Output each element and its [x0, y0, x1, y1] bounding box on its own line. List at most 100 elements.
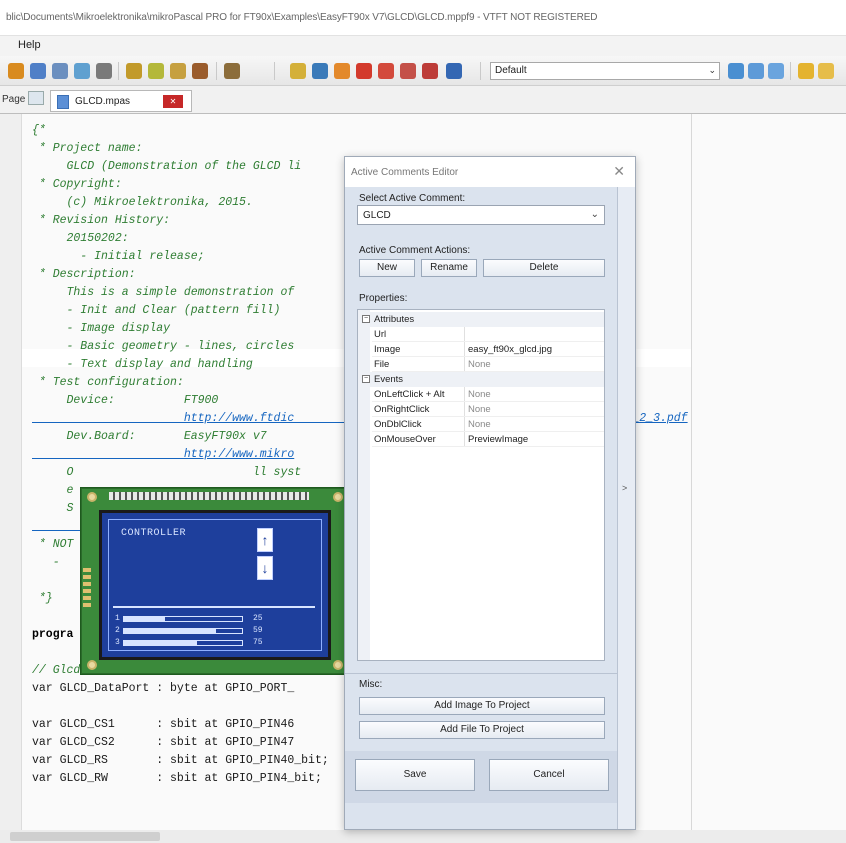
save-icon[interactable] — [30, 63, 46, 79]
editor-scheme-select[interactable]: Default ⌄ — [490, 62, 720, 80]
copy-icon[interactable] — [148, 63, 164, 79]
dialog-side-panel[interactable]: > — [617, 187, 635, 829]
property-value[interactable]: easy_ft90x_glcd.jpg — [468, 344, 552, 355]
arrow-down-icon: ↓ — [257, 556, 273, 580]
select-comment-label: Select Active Comment: — [359, 193, 466, 204]
glcd-board-preview-image: CONTROLLER ↑ ↓ 1 25 2 59 3 75 — [80, 487, 350, 675]
redo-icon[interactable] — [224, 63, 240, 79]
save-button[interactable]: Save — [355, 759, 475, 791]
property-value[interactable]: None — [468, 389, 491, 400]
chevron-down-icon: ⌄ — [708, 65, 716, 75]
active-comment-select[interactable]: GLCD ⌄ — [357, 205, 605, 225]
replace-icon[interactable] — [312, 63, 328, 79]
view-asm-icon[interactable] — [768, 63, 784, 79]
find-icon[interactable] — [290, 63, 306, 79]
selected-comment-value: GLCD — [363, 210, 391, 221]
menu-help[interactable]: Help — [18, 39, 41, 51]
lcd-bar-value: 75 — [253, 638, 263, 647]
category-label: Attributes — [374, 314, 415, 325]
lcd-bar-index: 1 — [115, 614, 120, 623]
category-events[interactable]: − Events — [358, 372, 604, 387]
cancel-button[interactable]: Cancel — [489, 759, 609, 791]
comment-icon[interactable] — [400, 63, 416, 79]
view-icon[interactable] — [728, 63, 744, 79]
editor-tab-bar: Page GLCD.mpas ✕ — [0, 86, 846, 114]
mounting-hole — [87, 660, 97, 670]
toolbar-separator — [118, 62, 119, 80]
lcd-bar-value: 25 — [253, 614, 263, 623]
column-divider — [464, 402, 465, 417]
column-divider — [464, 342, 465, 357]
goto-line-icon[interactable] — [334, 63, 350, 79]
active-comments-editor-dialog: Active Comments Editor ✕ Select Active C… — [344, 156, 636, 830]
build-all-icon[interactable] — [818, 63, 834, 79]
collapse-icon[interactable]: − — [362, 315, 370, 323]
new-button[interactable]: New — [359, 259, 415, 277]
property-value[interactable]: PreviewImage — [468, 434, 528, 445]
new-project-icon[interactable] — [8, 63, 24, 79]
collapse-icon[interactable]: − — [362, 375, 370, 383]
mounting-hole — [333, 492, 343, 502]
close-icon[interactable]: ✕ — [613, 163, 625, 180]
toolbar-separator — [216, 62, 217, 80]
arrow-up-icon: ↑ — [257, 528, 273, 552]
property-row[interactable]: OnLeftClick + Alt None — [358, 387, 604, 402]
code-line[interactable]: {* — [32, 122, 688, 140]
property-row[interactable]: OnRightClick None — [358, 402, 604, 417]
add-image-to-project-button[interactable]: Add Image To Project — [359, 697, 605, 715]
cut-icon[interactable] — [126, 63, 142, 79]
paste-icon[interactable] — [170, 63, 186, 79]
property-row[interactable]: Url — [358, 327, 604, 342]
toolbar-separator — [790, 62, 791, 80]
print-icon[interactable] — [96, 63, 112, 79]
horizontal-scrollbar[interactable] — [0, 830, 846, 843]
view-code-icon[interactable] — [748, 63, 764, 79]
pin-header — [109, 492, 309, 500]
delete-button[interactable]: Delete — [483, 259, 605, 277]
category-attributes[interactable]: − Attributes — [358, 312, 604, 327]
property-value[interactable]: None — [468, 419, 491, 430]
window-title: blic\Documents\Mikroelektronika\mikroPas… — [6, 12, 598, 23]
property-name: File — [374, 359, 390, 370]
property-value[interactable]: None — [468, 404, 491, 415]
lcd-bar — [123, 640, 243, 646]
property-value[interactable]: None — [468, 359, 491, 370]
chevron-down-icon: ⌄ — [590, 209, 599, 220]
save-all-icon[interactable] — [52, 63, 68, 79]
indent-icon[interactable] — [446, 63, 462, 79]
expand-arrow-icon[interactable]: > — [622, 483, 627, 493]
open-icon[interactable] — [74, 63, 90, 79]
mounting-hole — [333, 660, 343, 670]
property-row[interactable]: OnDblClick None — [358, 417, 604, 432]
undo-icon[interactable] — [192, 63, 208, 79]
toggle-bookmark-icon[interactable] — [378, 63, 394, 79]
mounting-hole — [87, 492, 97, 502]
build-icon[interactable] — [798, 63, 814, 79]
uncomment-icon[interactable] — [422, 63, 438, 79]
lcd-frame: CONTROLLER ↑ ↓ 1 25 2 59 3 75 — [108, 519, 322, 651]
scrollbar-thumb[interactable] — [10, 832, 160, 841]
close-icon[interactable]: ✕ — [163, 95, 183, 108]
lcd-bar-value: 59 — [253, 626, 263, 635]
lcd-bar — [123, 616, 243, 622]
lcd-divider — [113, 606, 315, 608]
column-divider — [464, 417, 465, 432]
property-row[interactable]: Image easy_ft90x_glcd.jpg — [358, 342, 604, 357]
rename-button[interactable]: Rename — [421, 259, 477, 277]
property-name: OnDblClick — [374, 419, 422, 430]
bookmark-icon[interactable] — [356, 63, 372, 79]
property-row[interactable]: OnMouseOver PreviewImage — [358, 432, 604, 447]
properties-grid[interactable]: − Attributes Url Image easy_ft90x_glcd.jpg Fi… — [357, 309, 605, 661]
lcd-bar-fill — [124, 641, 198, 645]
toolbar: Default ⌄ — [0, 56, 846, 86]
lcd-bar-index: 3 — [115, 638, 120, 647]
toolbar-separator — [274, 62, 275, 80]
file-icon — [57, 95, 69, 109]
add-file-to-project-button[interactable]: Add File To Project — [359, 721, 605, 739]
lcd-title: CONTROLLER — [121, 528, 187, 539]
lcd-bar-fill — [124, 617, 166, 621]
property-row[interactable]: File None — [358, 357, 604, 372]
page-close-icon[interactable] — [28, 91, 44, 105]
tab-glcd-mpas[interactable]: GLCD.mpas ✕ — [50, 90, 192, 112]
right-margin-line — [691, 114, 692, 830]
